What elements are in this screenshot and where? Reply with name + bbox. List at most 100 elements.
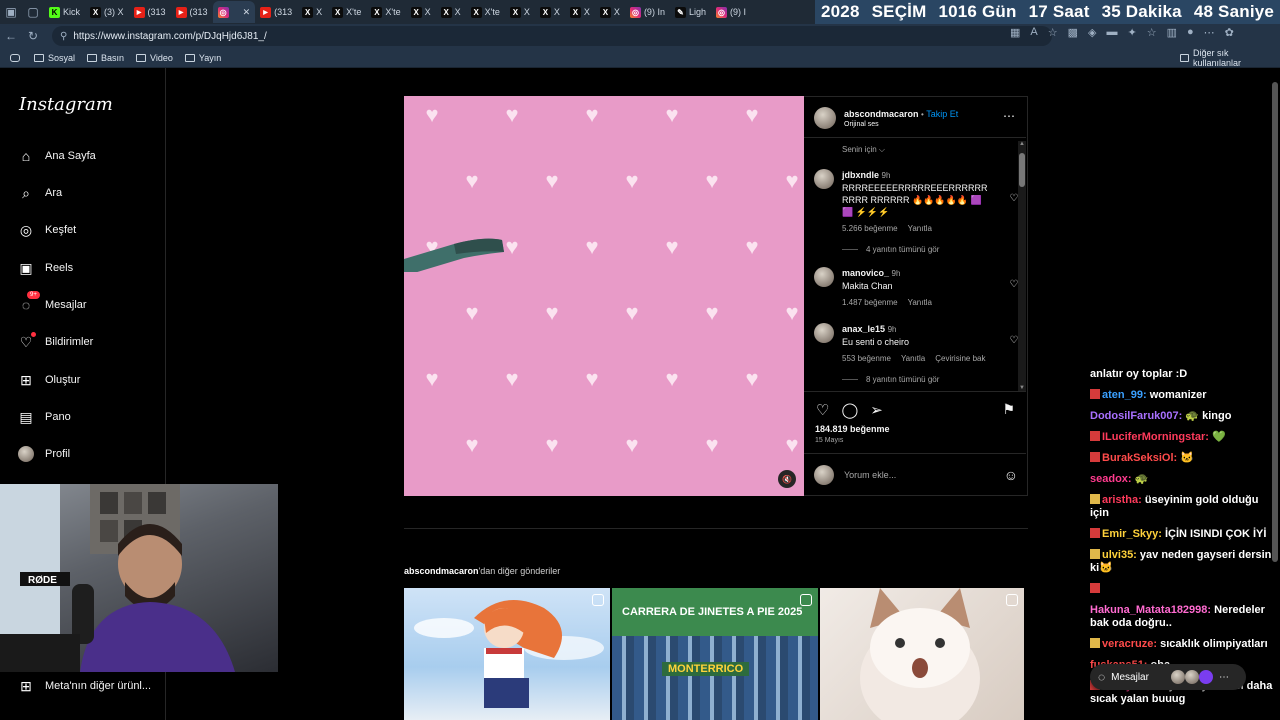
comment-likes[interactable]: 1.487 beğenme (842, 298, 898, 307)
browser-tab[interactable]: ▶ (313 (171, 1, 213, 23)
extension-icon[interactable]: ▩ (1068, 26, 1078, 39)
instagram-logo[interactable]: Instagram (19, 94, 113, 115)
comments-scroll-thumb[interactable] (1019, 153, 1025, 187)
author-username[interactable]: abscondmacaron (844, 109, 919, 119)
sidebar-item-explore[interactable]: ◎ Keşfet (18, 222, 76, 238)
save-bookmark-icon[interactable]: ⚑ (1002, 401, 1015, 418)
collections-icon[interactable]: ▥ (1167, 26, 1177, 39)
read-aloud-icon[interactable]: A (1030, 26, 1037, 39)
browser-tab[interactable]: XX (406, 1, 436, 23)
more-posts-author[interactable]: abscondmacaron (404, 566, 479, 576)
commenter-avatar[interactable] (814, 267, 834, 287)
extensions-puzzle-icon[interactable]: ✦ (1128, 26, 1137, 39)
countdown-label: SEÇİM (871, 2, 927, 21)
sidebar-item-search[interactable]: ⌕ Ara (18, 185, 62, 201)
browser-tab[interactable]: X X'te (327, 1, 366, 23)
page-scrollbar[interactable] (1272, 70, 1278, 710)
commenter-username[interactable]: anax_le15 (842, 324, 885, 334)
browser-tab[interactable]: XX (565, 1, 595, 23)
sidebar-item-meta-more[interactable]: ⊞ Meta'nın diğer ürünl... (18, 678, 151, 694)
comment-likes[interactable]: 5.266 beğenme (842, 224, 898, 233)
mute-toggle-icon[interactable]: 🔇 (778, 470, 796, 488)
like-count[interactable]: 184.819 beğenme (815, 424, 890, 434)
commenter-username[interactable]: manovico_ (842, 268, 889, 278)
bookmark-folder-sosyal[interactable]: Sosyal (34, 53, 75, 63)
bookmarks-hub-icon[interactable] (10, 53, 20, 62)
sidebar-item-create[interactable]: ⊞ Oluştur (18, 372, 80, 388)
follow-button[interactable]: Takip Et (926, 109, 958, 119)
site-info-icon[interactable]: ⚲ (60, 31, 67, 42)
back-icon[interactable]: ← (0, 25, 22, 47)
favorite-star-icon[interactable]: ☆ (1048, 26, 1058, 39)
copilot-icon[interactable]: ✿ (1225, 26, 1234, 39)
commenter-username[interactable]: jdbxndle (842, 170, 879, 180)
browser-tab[interactable]: XX (297, 1, 327, 23)
view-replies-button[interactable]: 8 yanıtın tümünü gör (842, 375, 1014, 384)
bookmark-folder-basin[interactable]: Basın (87, 53, 124, 63)
comment-likes[interactable]: 553 beğenme (842, 354, 891, 363)
sidebar-item-messages[interactable]: ◌ 9+ Mesajlar (18, 291, 87, 313)
reply-button[interactable]: Yanıtla (901, 354, 925, 363)
app-available-icon[interactable]: ▦ (1010, 26, 1020, 39)
scroll-up-icon[interactable]: ▲ (1019, 141, 1025, 147)
browser-tab[interactable]: XX (436, 1, 466, 23)
extension-icon[interactable]: ▬ (1107, 26, 1118, 39)
page-scroll-thumb[interactable] (1272, 82, 1278, 562)
see-translation-button[interactable]: Çevirisine bak (935, 354, 985, 363)
reply-button[interactable]: Yanıtla (908, 224, 932, 233)
more-options-icon[interactable]: ⋯ (1204, 26, 1215, 39)
close-tab-icon[interactable]: ✕ (243, 7, 251, 18)
favorites-icon[interactable]: ☆ (1147, 26, 1157, 39)
browser-tab[interactable]: K Kick (44, 1, 85, 23)
commenter-avatar[interactable] (814, 323, 834, 343)
folder-icon (87, 53, 98, 62)
messages-floating-button[interactable]: ◌ Mesajlar ⋯ (1090, 664, 1246, 690)
post-video[interactable]: ♥ ♥ ♥ ♥ ♥ ♥ ♥ ♥ ♥ ♥ ♥ ♥ ♥ ♥ ♥ ♥ ♥ ♥ ♥ ♥ ♥ ♥ ♥ ♥ ♥ ♥ ♥ ♥ ♥ ♥ (404, 96, 804, 496)
sidebar-item-profile[interactable]: Profil (18, 446, 70, 462)
chat-username: Hakuna_Matata182998: (1090, 604, 1212, 616)
browser-tab[interactable]: ◎ (9) In (625, 1, 670, 23)
browser-tab[interactable]: XX (595, 1, 625, 23)
more-options-icon[interactable]: ⋯ (1003, 109, 1015, 123)
bookmark-folder-yayin[interactable]: Yayın (184, 53, 221, 63)
more-post-thumbnail[interactable] (820, 588, 1024, 720)
extension-icon[interactable]: ◈ (1088, 26, 1096, 39)
browser-tab[interactable]: ◎ (9) I (711, 1, 751, 23)
browser-tab[interactable]: X X'te (366, 1, 405, 23)
browser-tab[interactable]: X (3) X (85, 1, 129, 23)
sidebar-item-notifications[interactable]: ♡ Bildirimler (18, 332, 93, 350)
browser-tab[interactable]: X X'te (466, 1, 505, 23)
view-replies-button[interactable]: 4 yanıtın tümünü gör (842, 245, 1014, 254)
emoji-icon[interactable]: ☺ (1004, 467, 1018, 483)
refresh-icon[interactable]: ↻ (22, 25, 44, 47)
more-post-thumbnail[interactable] (404, 588, 610, 720)
browser-tab[interactable]: ▶ (313 (255, 1, 297, 23)
comments-scrollbar[interactable]: ▲ ▼ (1018, 141, 1026, 391)
bookmark-folder-video[interactable]: Video (136, 53, 173, 63)
audio-label[interactable]: Orijinal ses (844, 121, 958, 128)
sidebar-item-home[interactable]: ⌂ Ana Sayfa (18, 148, 96, 164)
like-icon[interactable]: ♡ (816, 401, 829, 419)
browser-tab[interactable]: ✎ Ligh (670, 1, 711, 23)
bookmark-folder-other[interactable]: Diğer sık kullanılanlar (1180, 48, 1268, 68)
comment-sort-dropdown[interactable]: Senin için ⌵ (842, 145, 885, 155)
more-post-thumbnail[interactable]: CARRERA DE JINETES A PIE 2025 MONTERRICO (612, 588, 818, 720)
reply-button[interactable]: Yanıtla (908, 298, 932, 307)
sidebar-item-dashboard[interactable]: ▤ Pano (18, 409, 70, 425)
browser-tab[interactable]: XX (535, 1, 565, 23)
comment-icon[interactable]: ◯ (841, 401, 858, 419)
commenter-avatar[interactable] (814, 169, 834, 189)
address-bar[interactable]: ⚲ https://www.instagram.com/p/DJqHjd6J81… (52, 26, 1052, 46)
browser-tab[interactable]: ◎ ✕ (212, 1, 256, 23)
share-icon[interactable]: ➢ (870, 401, 883, 419)
author-avatar[interactable] (814, 107, 836, 129)
post-header: abscondmacaron • Takip Et Orijinal ses (814, 107, 958, 129)
comment-input[interactable]: Yorum ekle... (844, 470, 994, 480)
folder-icon (1180, 53, 1189, 62)
browser-menu-icon[interactable]: ▣ (0, 1, 22, 23)
browser-tab[interactable]: ▶ (313 (129, 1, 171, 23)
profile-avatar-icon[interactable]: ● (1187, 26, 1194, 39)
sidebar-item-reels[interactable]: ▣ Reels (18, 260, 73, 276)
browser-tab[interactable]: XX (505, 1, 535, 23)
tab-actions-icon[interactable]: ▢ (22, 1, 44, 23)
